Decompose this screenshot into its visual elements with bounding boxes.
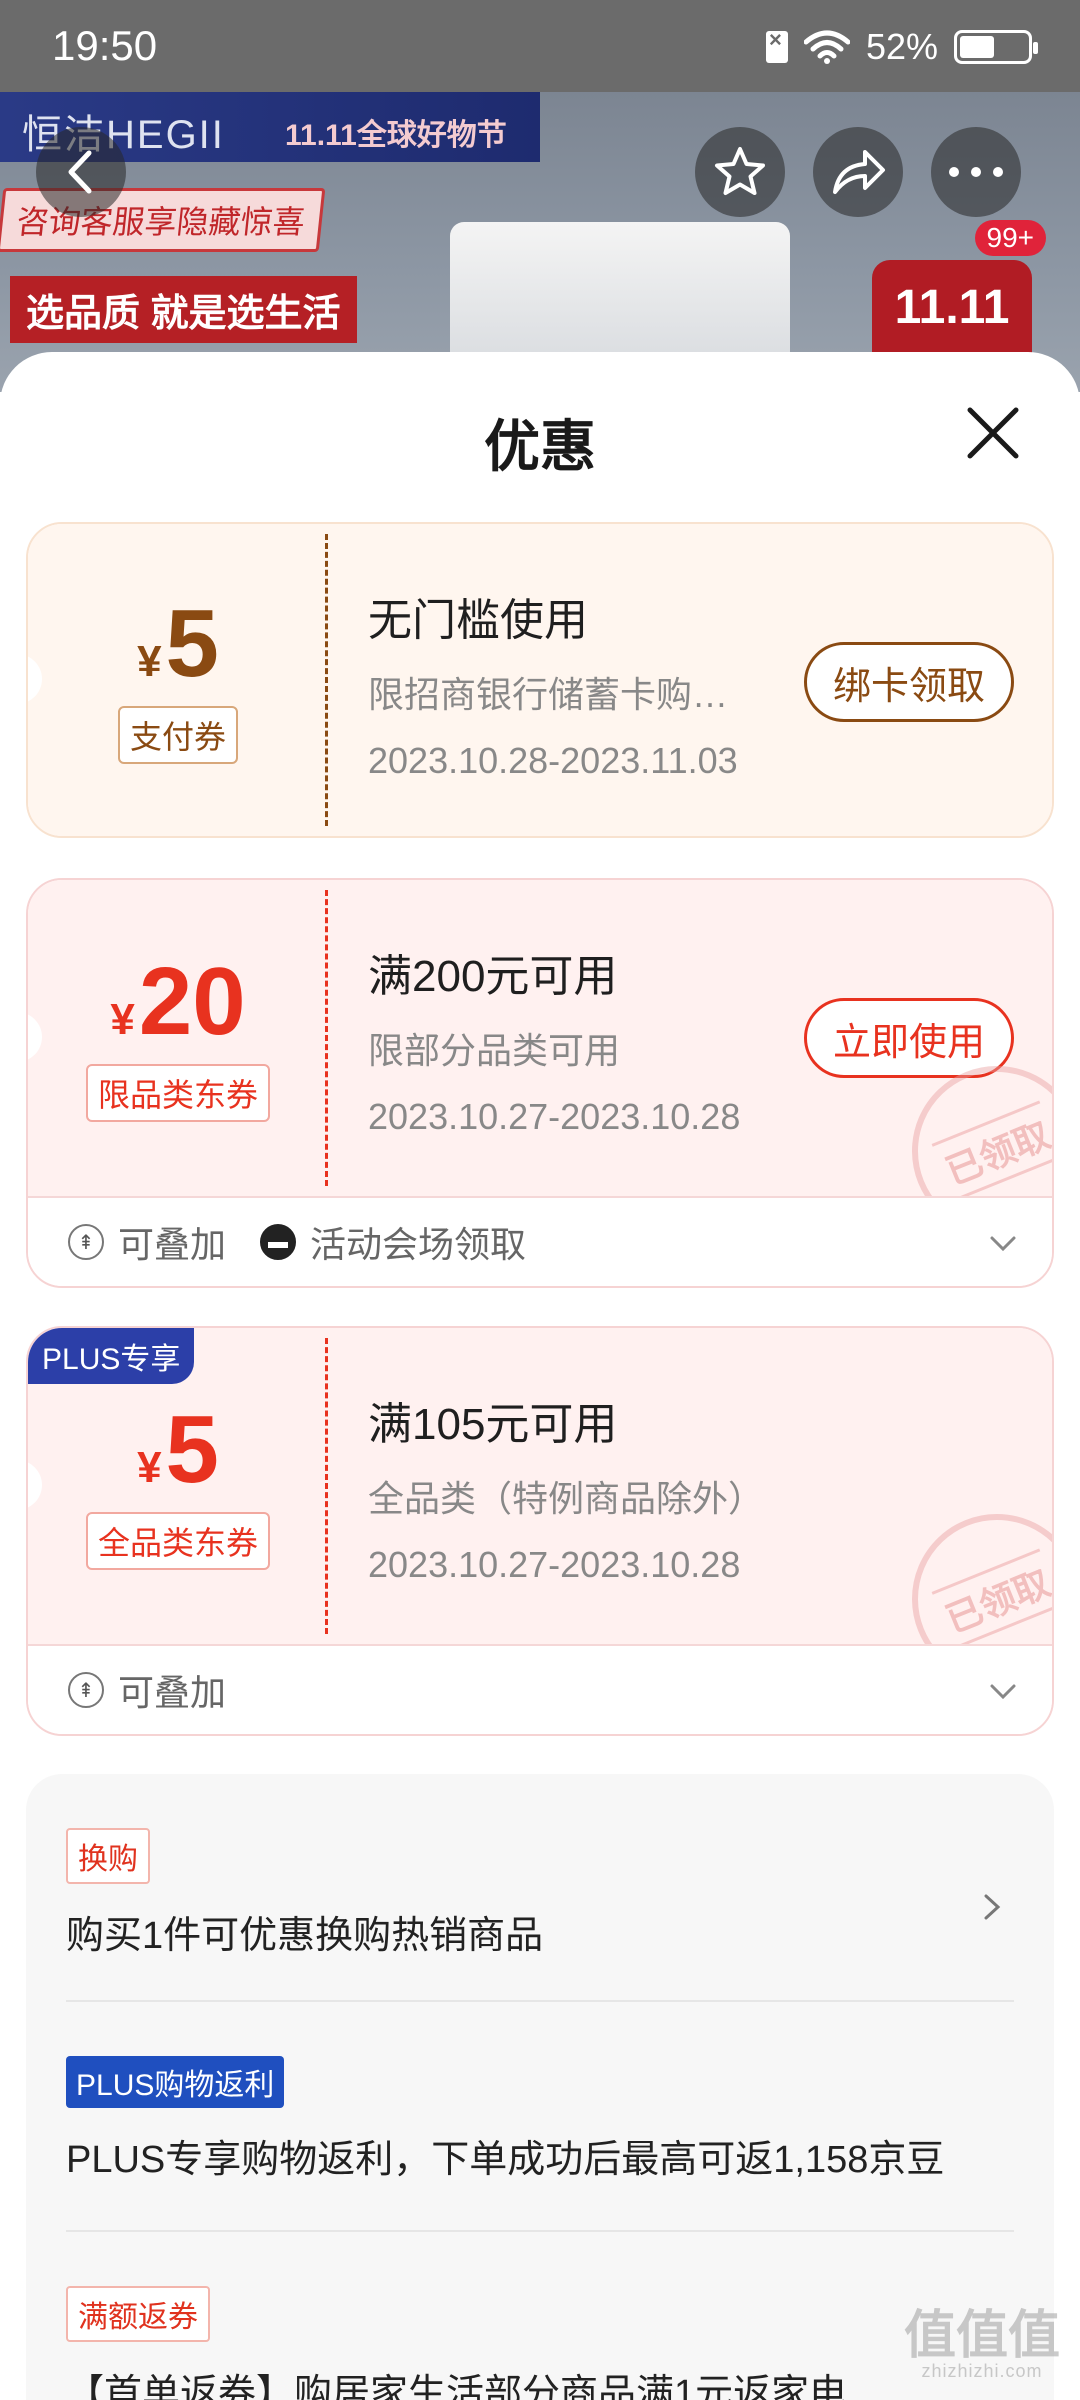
coupon-title: 满105元可用 (368, 1400, 618, 1449)
stackable-icon: ⇞ (68, 1672, 104, 1708)
currency-symbol: ¥ (137, 637, 162, 686)
coupon-card-plus: PLUS专享 ¥ 5 全品类东券 满105元可用 全品类（特例商品除外） 202… (26, 1326, 1054, 1736)
watermark-sub: zhizhizhi.com (921, 2361, 1043, 2381)
divider (66, 2230, 1014, 2232)
coupon-amount-value: 5 (165, 590, 219, 697)
coupon-date: 2023.10.28-2023.11.03 (368, 740, 738, 781)
currency-symbol: ¥ (110, 995, 135, 1044)
watermark-text: 值值值 (903, 2307, 1060, 2365)
chevron-down-icon[interactable] (988, 1676, 1018, 1706)
coupon-card-category: ¥ 20 限品类东券 满200元可用 限部分品类可用 2023.10.27-20… (26, 878, 1054, 1288)
venue-claim-label: ▬ 活动会场领取 (260, 1216, 526, 1268)
stackable-label: ⇞ 可叠加 (68, 1216, 226, 1268)
close-icon (967, 407, 1019, 459)
currency-symbol: ¥ (137, 1443, 162, 1492)
coupon-amount: ¥ 5 (137, 596, 219, 692)
product-banner: 恒洁HEGII 11.11全球好物节 咨询客服享隐藏惊喜 选品质 就是选生活 1… (0, 92, 1080, 392)
coupon-desc: 限部分品类可用 (368, 1030, 621, 1071)
stackable-label: ⇞ 可叠加 (68, 1664, 226, 1716)
coupon-amount-value: 20 (138, 948, 246, 1055)
coupon-footer[interactable]: ⇞ 可叠加 ▬ 活动会场领取 (28, 1196, 1052, 1286)
stackable-text: 可叠加 (118, 1672, 227, 1713)
claimed-stamp-text: 已领取 (931, 1548, 1052, 1650)
chevron-down-icon[interactable] (988, 1228, 1018, 1258)
coupon-desc: 限招商银行储蓄卡购… (368, 674, 729, 715)
battery-icon (954, 30, 1038, 64)
promotions-card: 换购 购买1件可优惠换购热销商品 PLUS购物返利 PLUS专享购物返利，下单成… (26, 1774, 1054, 2400)
stackable-icon: ⇞ (68, 1224, 104, 1260)
ticket-icon: ▬ (260, 1224, 297, 1260)
no-sim-icon (765, 27, 788, 63)
share-icon (833, 150, 885, 194)
coupon-amount: ¥ 20 (110, 954, 245, 1050)
coupon-amount: ¥ 5 (137, 1402, 219, 1498)
more-button[interactable] (931, 127, 1021, 217)
sheet-title: 优惠 (484, 415, 596, 478)
plus-exclusive-badge: PLUS专享 (28, 1328, 195, 1384)
coupon-card-payment: ¥ 5 支付券 无门槛使用 限招商银行储蓄卡购… 2023.10.28-2023… (26, 522, 1054, 838)
coupon-value-area: ¥ 20 限品类东券 (28, 880, 328, 1196)
promo-text: 购买1件可优惠换购热销商品 (66, 1915, 544, 1957)
status-bar: 19:50 52% (0, 0, 1080, 92)
star-icon (715, 147, 765, 195)
coupon-type-tag: 支付券 (117, 706, 238, 764)
close-button[interactable] (962, 402, 1024, 464)
coupon-amount-value: 5 (165, 1396, 219, 1503)
coupon-body: ¥ 5 支付券 无门槛使用 限招商银行储蓄卡购… 2023.10.28-2023… (28, 524, 1052, 836)
festival-label: 11.11全球好物节 (285, 119, 507, 152)
stackable-text: 可叠加 (118, 1224, 227, 1265)
coupon-footer[interactable]: ⇞ 可叠加 (28, 1644, 1052, 1734)
coupon-value-area: ¥ 5 支付券 (28, 524, 328, 836)
chevron-left-icon (68, 150, 92, 194)
promo-text: PLUS专享购物返利，下单成功后最高可返1,158京豆 (66, 2139, 945, 2181)
back-button[interactable] (36, 127, 126, 217)
banner-slogan: 选品质 就是选生活 (10, 276, 357, 343)
promo-item-exchange[interactable]: 换购 购买1件可优惠换购热销商品 (66, 1828, 1014, 1959)
bind-card-claim-button[interactable]: 绑卡领取 (803, 642, 1014, 722)
coupon-type-tag: 限品类东券 (85, 1064, 270, 1122)
watermark: 值值值 zhizhizhi.com (904, 2310, 1060, 2380)
promo-item-plus-rebate[interactable]: PLUS购物返利 PLUS专享购物返利，下单成功后最高可返1,158京豆 (66, 2056, 1014, 2183)
coupon-body: ¥ 20 限品类东券 满200元可用 限部分品类可用 2023.10.27-20… (28, 880, 1052, 1262)
coupon-title: 满200元可用 (368, 952, 618, 1001)
coupon-type-tag: 全品类东券 (85, 1512, 270, 1570)
promo-text: 【首单返券】购居家生活部分商品满1元返家电 (66, 2373, 848, 2400)
promo-tag: 满额返券 (66, 2286, 210, 2342)
favorite-button[interactable] (695, 127, 785, 217)
promo-tag: PLUS购物返利 (66, 2056, 285, 2108)
status-indicators: 52% (765, 26, 1038, 68)
share-button[interactable] (813, 127, 903, 217)
divider (66, 2000, 1014, 2002)
promo-tag: 换购 (66, 1828, 150, 1884)
more-dots-icon (949, 167, 1003, 177)
venue-claim-text: 活动会场领取 (310, 1224, 527, 1265)
coupon-desc: 全品类（特例商品除外） (368, 1478, 765, 1519)
chevron-right-icon (984, 1894, 1001, 1920)
more-badge: 99+ (974, 220, 1046, 256)
claimed-stamp-text: 已领取 (931, 1100, 1052, 1202)
promo-item-return-coupon[interactable]: 满额返券 【首单返券】购居家生活部分商品满1元返家电 (66, 2286, 1014, 2400)
status-time: 19:50 (52, 22, 158, 69)
battery-percent: 52% (865, 26, 938, 67)
coupon-title: 无门槛使用 (368, 596, 588, 645)
wifi-icon (803, 30, 850, 64)
battery-level (960, 36, 994, 58)
